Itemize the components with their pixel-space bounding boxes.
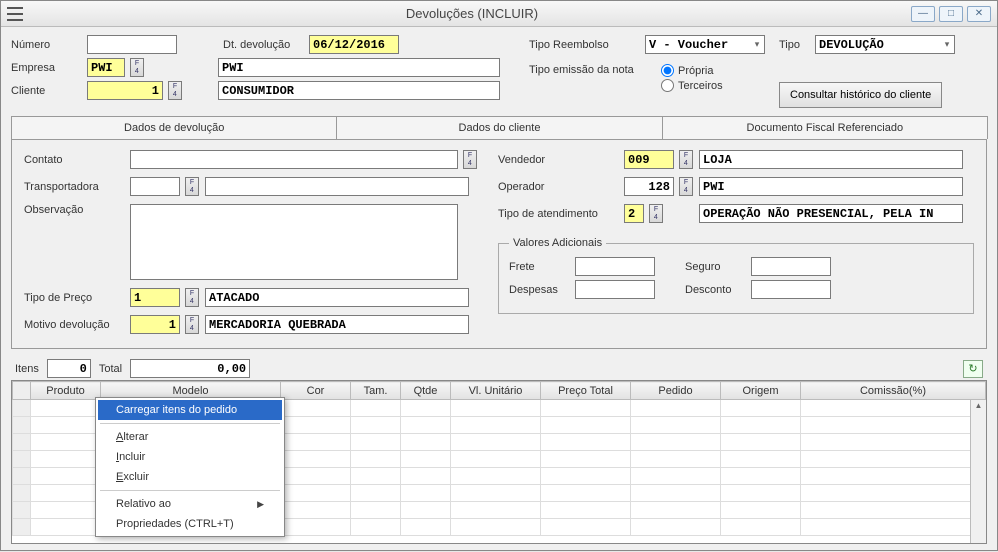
operador-code-input[interactable] [624,177,674,196]
tipoat-lookup-icon[interactable]: F4 [649,204,663,223]
titlebar: Devoluções (INCLUIR) — □ ✕ [1,1,997,27]
contato-input[interactable] [130,150,458,169]
seguro-label: Seguro [685,261,745,273]
contato-label: Contato [24,154,124,166]
valores-fieldset: Valores Adicionais Frete Despesas Seguro… [498,237,974,314]
vendedor-lookup-icon[interactable]: F4 [679,150,693,169]
menu-propriedades[interactable]: Propriedades (CTRL+T) [98,514,282,534]
itens-count [47,359,91,378]
cliente-name-input[interactable] [218,81,500,100]
observacao-label: Observação [24,204,124,216]
tipopreco-lookup-icon[interactable]: F4 [185,288,199,307]
submenu-arrow-icon: ▶ [257,499,264,510]
col-produto[interactable]: Produto [31,382,101,400]
chevron-down-icon[interactable]: ▾ [941,37,953,52]
tipoat-code-input[interactable] [624,204,644,223]
radio-propria[interactable]: Própria [661,64,723,77]
col-vlunit[interactable]: Vl. Unitário [451,382,541,400]
col-cor[interactable]: Cor [281,382,351,400]
total-label: Total [99,363,122,375]
numero-input[interactable] [87,35,177,54]
operador-label: Operador [498,181,618,193]
context-menu: Carregar itens do pedido Alterar Incluir… [95,397,285,537]
empresa-name-input[interactable] [218,58,500,77]
transportadora-label: Transportadora [24,181,124,193]
maximize-button[interactable]: □ [939,6,963,22]
vendedor-label: Vendedor [498,154,618,166]
desconto-label: Desconto [685,284,745,296]
frete-input[interactable] [575,257,655,276]
close-button[interactable]: ✕ [967,6,991,22]
cliente-lookup-icon[interactable]: F4 [168,81,182,100]
transportadora-name-input[interactable] [205,177,469,196]
tipo-label: Tipo [779,39,809,51]
menu-alterar[interactable]: Alterar [98,427,282,447]
menu-excluir[interactable]: Excluir [98,467,282,487]
refresh-icon[interactable]: ↻ [963,360,983,378]
tab-doc-fiscal[interactable]: Documento Fiscal Referenciado [662,116,988,139]
numero-label: Número [11,39,81,51]
tipoemissao-label: Tipo emissão da nota [529,64,649,76]
radio-terceiros[interactable]: Terceiros [661,79,723,92]
seguro-input[interactable] [751,257,831,276]
tipopreco-label: Tipo de Preço [24,292,124,304]
observacao-textarea[interactable] [130,204,458,280]
tipoat-name-input[interactable] [699,204,963,223]
tipoat-label: Tipo de atendimento [498,208,618,220]
operador-lookup-icon[interactable]: F4 [679,177,693,196]
col-preco[interactable]: Preço Total [541,382,631,400]
col-tam[interactable]: Tam. [351,382,401,400]
menu-incluir[interactable]: Incluir [98,447,282,467]
col-comissao[interactable]: Comissão(%) [801,382,986,400]
tipo-select[interactable] [815,35,955,54]
motivo-lookup-icon[interactable]: F4 [185,315,199,334]
total-value [130,359,250,378]
scrollbar[interactable] [970,400,986,543]
cliente-code-input[interactable] [87,81,163,100]
itens-label: Itens [15,363,39,375]
consultar-historico-button[interactable]: Consultar histórico do cliente [779,82,942,108]
vendedor-name-input[interactable] [699,150,963,169]
dtdev-label: Dt. devolução [223,39,303,51]
menu-relativo-ao[interactable]: Relativo ao▶ [98,494,282,514]
valores-legend: Valores Adicionais [509,237,606,249]
tiporeemb-select[interactable] [645,35,765,54]
transportadora-code-input[interactable] [130,177,180,196]
chevron-down-icon[interactable]: ▾ [751,37,763,52]
frete-label: Frete [509,261,569,273]
minimize-button[interactable]: — [911,6,935,22]
motivo-name-input[interactable] [205,315,469,334]
empresa-label: Empresa [11,62,81,74]
desconto-input[interactable] [751,280,831,299]
despesas-label: Despesas [509,284,569,296]
items-grid[interactable]: Produto Modelo Cor Tam. Qtde Vl. Unitári… [11,380,987,544]
transportadora-lookup-icon[interactable]: F4 [185,177,199,196]
tipopreco-name-input[interactable] [205,288,469,307]
window-title: Devoluções (INCLUIR) [33,6,911,21]
cliente-label: Cliente [11,85,81,97]
motivo-code-input[interactable] [130,315,180,334]
tipopreco-code-input[interactable] [130,288,180,307]
col-pedido[interactable]: Pedido [631,382,721,400]
col-qtde[interactable]: Qtde [401,382,451,400]
empresa-lookup-icon[interactable]: F4 [130,58,144,77]
tab-dados-devolucao[interactable]: Dados de devolução [11,116,337,139]
operador-name-input[interactable] [699,177,963,196]
dtdev-input[interactable] [309,35,399,54]
despesas-input[interactable] [575,280,655,299]
motivo-label: Motivo devolução [24,319,124,331]
vendedor-code-input[interactable] [624,150,674,169]
tab-dados-cliente[interactable]: Dados do cliente [336,116,662,139]
empresa-code-input[interactable] [87,58,125,77]
contato-lookup-icon[interactable]: F4 [463,150,477,169]
tiporeemb-label: Tipo Reembolso [529,39,639,51]
col-origem[interactable]: Origem [721,382,801,400]
menu-carregar-itens[interactable]: Carregar itens do pedido [98,400,282,420]
hamburger-icon[interactable] [7,7,23,21]
